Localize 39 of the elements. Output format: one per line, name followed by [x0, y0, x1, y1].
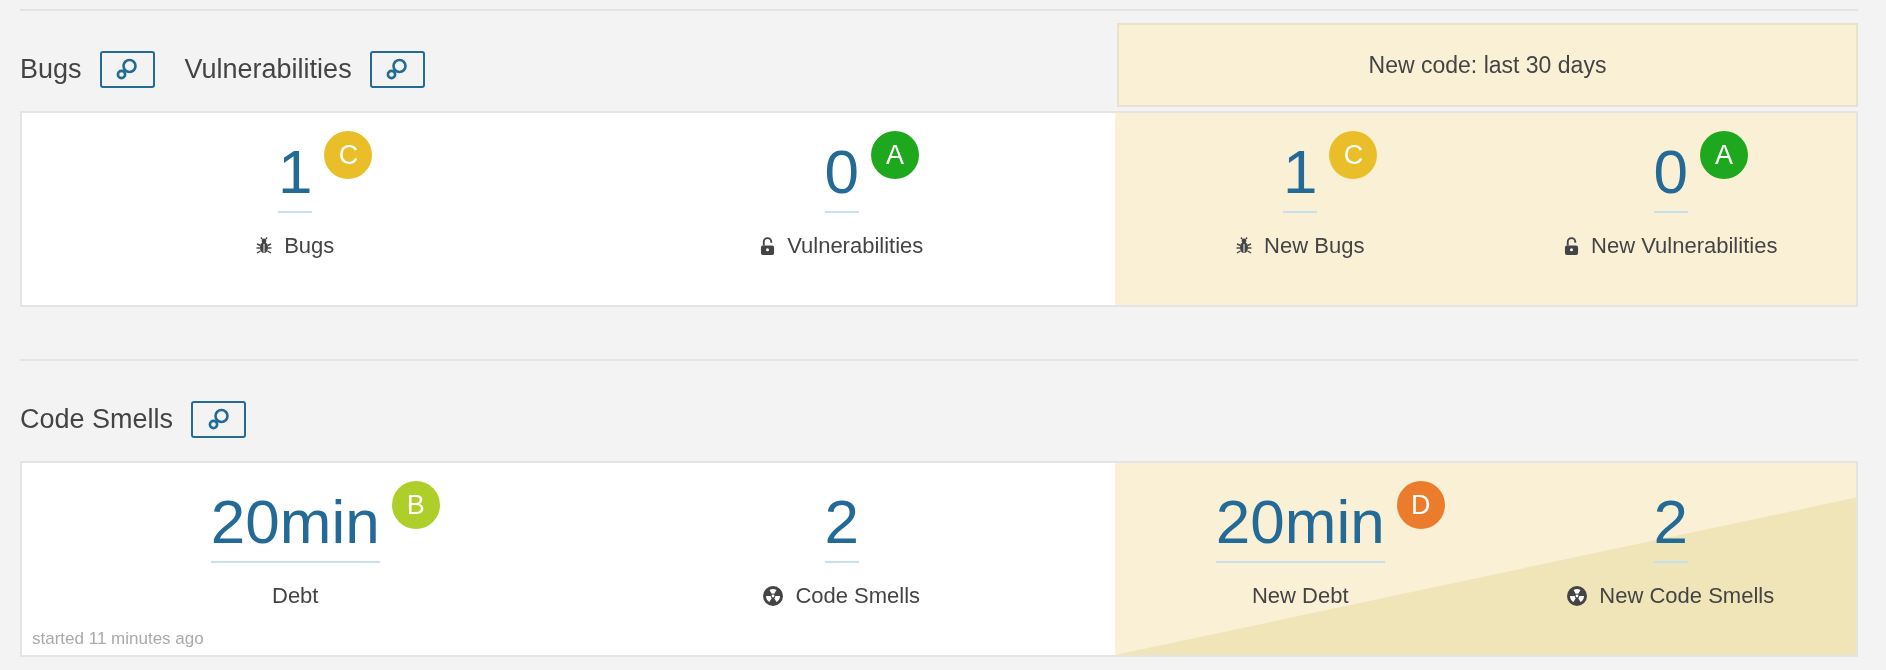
measures-button[interactable] [99, 50, 155, 88]
metric-label: Code Smells [795, 583, 921, 609]
linked-rings-icon [385, 57, 410, 81]
metric-label: New Bugs [1264, 233, 1365, 259]
rating-badge: D [1396, 481, 1445, 529]
metric-value-link[interactable]: 2 [1653, 487, 1688, 563]
metric-label: Bugs [284, 233, 335, 259]
analysis-date-note: started 11 minutes ago [31, 629, 205, 650]
metric-label: New Vulnerabilities [1591, 233, 1778, 259]
metric-value-link[interactable]: 0 [1653, 137, 1688, 213]
unlocked-padlock-icon [1564, 236, 1580, 256]
new-code-period-banner: New code: last 30 days [1117, 23, 1858, 107]
rating-badge: C [324, 131, 373, 179]
rating-badge: A [1700, 131, 1748, 179]
section-title: Code Smells [20, 403, 174, 435]
bug-icon [1236, 237, 1253, 255]
metric-label: Vulnerabilities [787, 233, 924, 259]
section-title: Bugs [20, 53, 82, 85]
metric-value-link[interactable]: 0 [824, 137, 859, 213]
metric-label: Debt [272, 583, 319, 609]
linked-rings-icon [115, 57, 140, 81]
metric-value-link[interactable]: 20min [210, 487, 380, 563]
rating-badge: B [391, 481, 440, 529]
measures-button[interactable] [191, 400, 247, 438]
rating-badge: C [1329, 131, 1378, 179]
metric-value-link[interactable]: 1 [278, 137, 313, 213]
rating-badge: A [871, 131, 919, 179]
measures-button[interactable] [369, 50, 425, 88]
section-title: Vulnerabilities [184, 53, 352, 85]
radiation-icon [763, 586, 784, 606]
metric-value-link[interactable]: 1 [1283, 137, 1318, 213]
metric-label: New Debt [1251, 583, 1349, 609]
bug-icon [256, 237, 273, 255]
metric-label: New Code Smells [1599, 583, 1775, 609]
linked-rings-icon [206, 407, 231, 431]
unlocked-padlock-icon [760, 236, 776, 256]
radiation-icon [1567, 586, 1588, 606]
metric-value-link[interactable]: 20min [1215, 487, 1385, 563]
metric-value-link[interactable]: 2 [824, 487, 859, 563]
